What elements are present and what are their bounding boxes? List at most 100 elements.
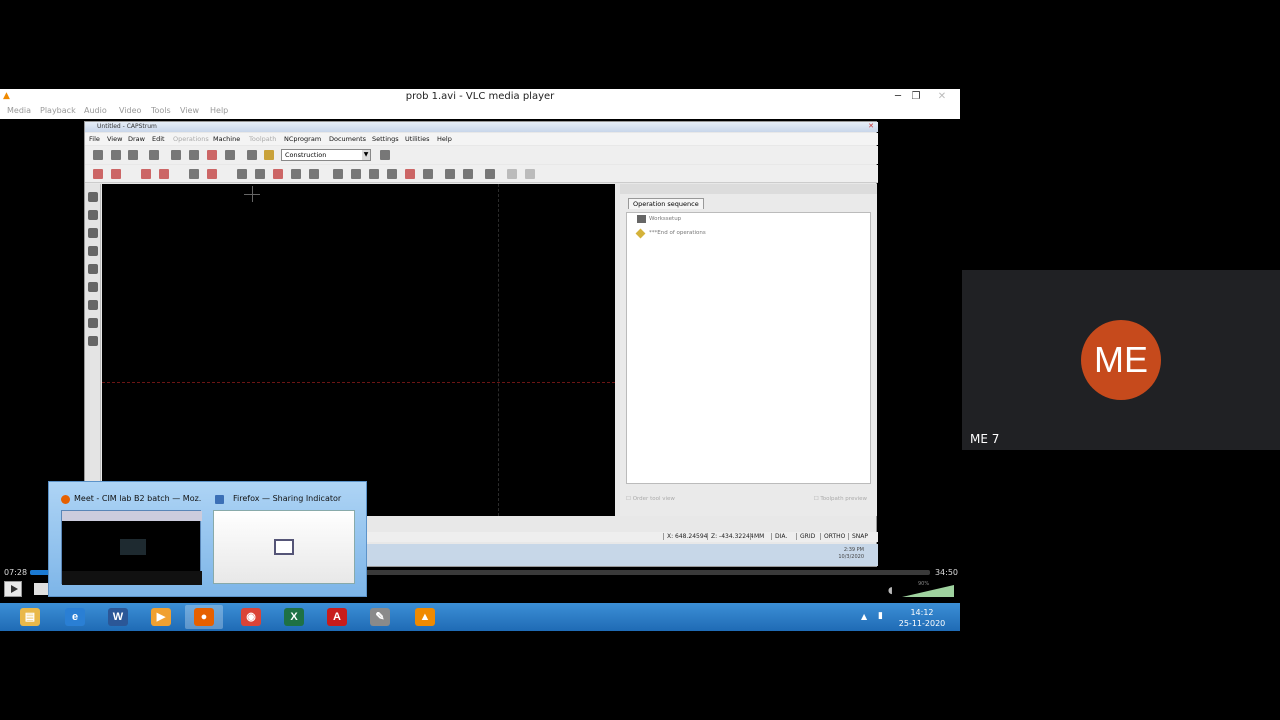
capstrum-menu-ncprogram[interactable]: NCprogram [284,135,321,143]
taskbar-app-4[interactable]: ● [185,605,223,629]
menu-help[interactable]: Help [210,106,228,115]
taskbar-app-2[interactable]: W [99,605,137,629]
menu-audio[interactable]: Audio [84,106,107,115]
capstrum-menu-view[interactable]: View [107,135,122,143]
polyline-icon[interactable] [111,169,121,179]
pan-icon[interactable] [88,246,98,256]
help-icon[interactable] [380,150,390,160]
menu-tools[interactable]: Tools [151,106,171,115]
layers-icon[interactable] [247,150,257,160]
zoom-fit-icon[interactable] [88,228,98,238]
tool-icon[interactable] [207,150,217,160]
status-snap[interactable]: SNAP [848,533,871,540]
zoom-out-icon[interactable] [88,300,98,310]
taskbar-app-0[interactable]: ▤ [11,605,49,629]
capstrum-menu-toolpath[interactable]: Toolpath [249,135,276,143]
operation-panel: Operation sequence Workssetup ***End of … [620,184,877,516]
minimize-button[interactable]: ─ [888,90,908,104]
capstrum-menu-utilities[interactable]: Utilities [405,135,429,143]
tree-item-workssetup[interactable]: Workssetup [649,216,681,222]
view-icon[interactable] [225,150,235,160]
capstrum-menu-draw[interactable]: Draw [128,135,145,143]
extend-icon[interactable] [351,169,361,179]
delete-icon[interactable] [369,169,379,179]
copy-icon[interactable] [445,169,455,179]
trim-icon[interactable] [333,169,343,179]
layer-icon[interactable] [88,336,98,346]
previous-button[interactable] [34,583,48,595]
fillet-icon[interactable] [405,169,415,179]
close-button[interactable]: ✕ [932,90,952,104]
tree-item-end-operations[interactable]: ***End of operations [649,230,706,236]
line-icon[interactable] [93,169,103,179]
corner-icon[interactable] [423,169,433,179]
profile-icon[interactable] [309,169,319,179]
taskbar-app-9[interactable]: ▲ [406,605,444,629]
new-file-icon[interactable] [93,150,103,160]
axis-icon[interactable] [485,169,495,179]
capstrum-menu-file[interactable]: File [89,135,100,143]
taskbar-app-5[interactable]: ◉ [232,605,270,629]
taskbar-app-3[interactable]: ▶ [142,605,180,629]
menu-media[interactable]: Media [7,106,31,115]
workssetup-icon [637,215,646,223]
participant-name: ME 7 [970,432,1000,446]
taskbar-app-8[interactable]: ✎ [361,605,399,629]
open-file-icon[interactable] [111,150,121,160]
zoom-in-icon[interactable] [88,264,98,274]
settings-icon[interactable] [171,150,181,160]
tab-operation-sequence[interactable]: Operation sequence [628,198,704,209]
speaker-icon[interactable]: ◖ [888,586,893,596]
eye-icon[interactable] [88,192,98,202]
thumbnail-title-sharing[interactable]: Firefox — Sharing Indicator [233,494,361,503]
redo-icon[interactable] [525,169,535,179]
taskbar-app-6[interactable]: X [275,605,313,629]
capstrum-menu-settings[interactable]: Settings [372,135,399,143]
rectangle-icon[interactable] [255,169,265,179]
excel-icon: X [284,608,304,626]
thumbnail-meet-preview[interactable] [61,510,202,585]
status-grid[interactable]: GRID [796,533,818,540]
thumbnail-sharing-preview[interactable] [213,510,355,584]
play-button[interactable] [4,581,22,597]
mode-select[interactable]: Construction ▼ [281,149,371,161]
order-tool-view-checkbox[interactable]: ☐ [626,496,633,502]
transform-icon[interactable] [463,169,473,179]
zoom-window-icon[interactable] [88,210,98,220]
circle-icon[interactable] [189,169,199,179]
refresh-icon[interactable] [189,150,199,160]
capstrum-menu-operations[interactable]: Operations [173,135,209,143]
thumbnail-title-meet[interactable]: Meet - CIM lab B2 batch — Moz... [74,494,202,503]
network-icon[interactable]: ▮ [878,611,883,621]
menu-view[interactable]: View [180,106,199,115]
taskbar-app-7[interactable]: A [318,605,356,629]
tray-expand-icon[interactable]: ▲ [861,612,867,621]
arc-icon[interactable] [141,169,151,179]
undo-icon[interactable] [507,169,517,179]
taskbar-clock[interactable]: 14:12 25-11-2020 [898,607,946,629]
chevron-down-icon[interactable]: ▼ [362,150,370,160]
capstrum-close-icon[interactable]: ✕ [868,122,874,130]
drawing-canvas[interactable] [102,184,615,516]
stock-icon[interactable] [264,150,274,160]
capstrum-menu-edit[interactable]: Edit [152,135,165,143]
taskbar-app-1[interactable]: e [56,605,94,629]
hand-icon[interactable] [88,318,98,328]
break-icon[interactable] [387,169,397,179]
save-icon[interactable] [128,150,138,160]
menu-playback[interactable]: Playback [40,106,76,115]
menu-video[interactable]: Video [119,106,141,115]
offset-icon[interactable] [291,169,301,179]
mirror-icon[interactable] [237,169,247,179]
arc-3p-icon[interactable] [159,169,169,179]
measure-icon[interactable] [88,282,98,292]
chamfer-icon[interactable] [273,169,283,179]
restore-button[interactable]: ❐ [906,90,926,104]
capstrum-menu-help[interactable]: Help [437,135,452,143]
capstrum-menu-documents[interactable]: Documents [329,135,366,143]
status-ortho[interactable]: ORTHO [820,533,848,540]
volume-control[interactable]: ◖ 90% [888,581,958,599]
circle-tangent-icon[interactable] [207,169,217,179]
capstrum-menu-machine[interactable]: Machine [213,135,240,143]
print-icon[interactable] [149,150,159,160]
